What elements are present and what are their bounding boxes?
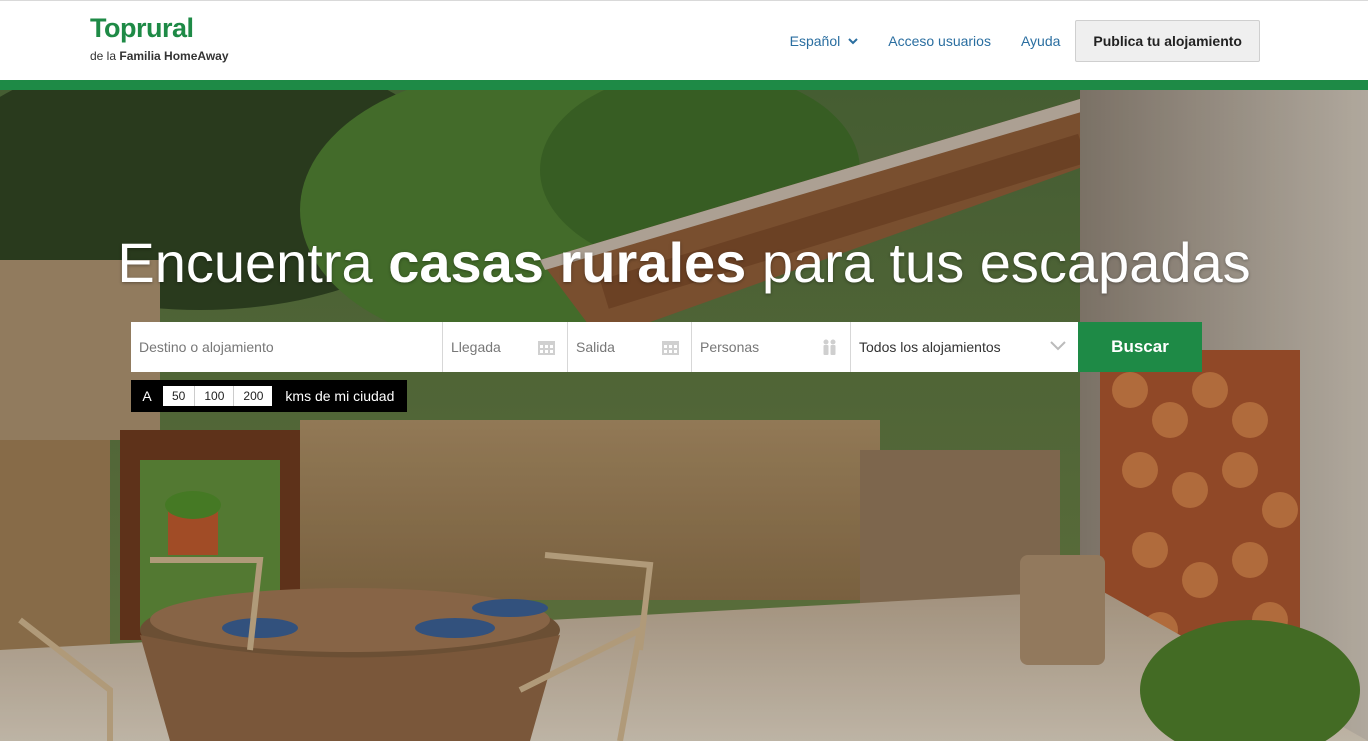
search-button[interactable]: Buscar — [1078, 322, 1202, 372]
people-field[interactable] — [692, 322, 851, 372]
language-label: Español — [789, 33, 841, 49]
chevron-down-icon — [1050, 341, 1066, 351]
help-link[interactable]: Ayuda — [1021, 33, 1060, 49]
hero-headline-bold: casas rurales — [388, 231, 747, 294]
departure-date-field[interactable] — [568, 322, 692, 372]
search-form: Todos los alojamientos Buscar — [131, 322, 1202, 372]
distance-option-200[interactable]: 200 — [234, 386, 272, 406]
logo-tagline-prefix: de la — [90, 49, 120, 63]
calendar-icon — [662, 341, 679, 355]
hero-background-image — [0, 90, 1368, 741]
distance-prefix: A — [142, 388, 152, 404]
destination-field[interactable] — [131, 322, 443, 372]
hero-headline-end: para tus escapadas — [746, 231, 1251, 294]
distance-suffix: kms de mi ciudad — [285, 388, 395, 404]
language-selector[interactable]: Español — [790, 33, 859, 49]
hero-headline: Encuentra casas rurales para tus escapad… — [0, 230, 1368, 296]
user-login-link[interactable]: Acceso usuarios — [888, 33, 991, 49]
calendar-icon — [538, 341, 555, 355]
hero-section: Encuentra casas rurales para tus escapad… — [0, 90, 1368, 741]
distance-option-100[interactable]: 100 — [195, 386, 235, 406]
top-nav: Español Acceso usuarios Ayuda Publica tu… — [760, 20, 1260, 62]
logo-tagline: de la Familia HomeAway — [90, 49, 229, 63]
distance-filter: A 50 100 200 kms de mi ciudad — [131, 380, 407, 412]
header-accent-bar — [0, 80, 1368, 90]
logo[interactable]: Toprural de la Familia HomeAway — [90, 13, 229, 63]
accommodation-type-select[interactable]: Todos los alojamientos — [851, 322, 1078, 372]
logo-wordmark: Toprural — [90, 13, 194, 43]
hero-headline-start: Encuentra — [117, 231, 389, 294]
accommodation-type-value: Todos los alojamientos — [859, 339, 1001, 355]
distance-option-50[interactable]: 50 — [163, 386, 196, 406]
publish-property-button[interactable]: Publica tu alojamiento — [1075, 20, 1260, 62]
site-header: Toprural de la Familia HomeAway Español … — [0, 0, 1368, 80]
arrival-date-field[interactable] — [443, 322, 568, 372]
chevron-down-icon — [848, 37, 858, 44]
distance-options: 50 100 200 — [163, 386, 273, 406]
people-icon — [823, 339, 836, 355]
logo-tagline-brand: Familia HomeAway — [119, 49, 229, 63]
destination-input[interactable] — [139, 339, 434, 355]
